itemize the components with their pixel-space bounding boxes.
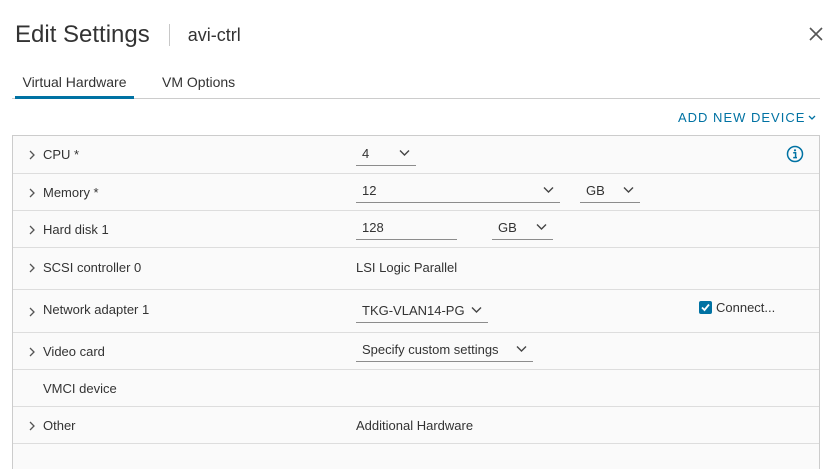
memory-unit-select[interactable]: GB [580, 181, 640, 203]
close-icon [809, 27, 823, 41]
network-select[interactable]: TKG-VLAN14-PG [356, 301, 488, 323]
hard-disk-label: Hard disk 1 [43, 222, 109, 237]
chevron-right-icon[interactable] [27, 150, 37, 160]
memory-label: Memory * [43, 185, 99, 200]
chevron-right-icon[interactable] [27, 225, 37, 235]
dialog-title: Edit Settings [15, 21, 150, 48]
memory-select[interactable]: 12 [356, 181, 560, 203]
hard-disk-unit-select[interactable]: GB [492, 218, 553, 240]
chevron-down-icon [808, 115, 816, 120]
info-icon[interactable] [786, 145, 804, 163]
hard-disk-unit: GB [498, 220, 517, 235]
row-memory: Memory * 12 GB [13, 174, 819, 211]
chevron-right-icon[interactable] [27, 347, 37, 357]
vmci-label: VMCI device [43, 381, 117, 396]
title-divider [168, 24, 170, 46]
tab-virtual-hardware[interactable]: Virtual Hardware [15, 70, 134, 99]
chevron-down-icon [543, 187, 554, 193]
chevron-right-icon[interactable] [27, 188, 37, 198]
chevron-down-icon [471, 307, 482, 313]
chevron-down-icon [623, 187, 634, 193]
dialog-header: Edit Settings avi-ctrl [15, 20, 241, 50]
checkbox-box[interactable] [699, 301, 712, 314]
scsi-value: LSI Logic Parallel [356, 260, 458, 275]
cpu-select[interactable]: 4 [356, 144, 416, 166]
row-hard-disk: Hard disk 1 128 GB [13, 211, 819, 248]
add-new-device-label: ADD NEW DEVICE [678, 110, 806, 125]
hardware-grid: CPU * 4 Memory * 12 GB Hard disk 1 128 G… [12, 135, 820, 469]
row-cpu: CPU * 4 [13, 136, 819, 174]
other-value: Additional Hardware [356, 418, 474, 433]
chevron-down-icon [516, 346, 527, 352]
hard-disk-size: 128 [362, 220, 384, 235]
row-scsi-controller: SCSI controller 0 LSI Logic Parallel [13, 248, 819, 290]
network-value: TKG-VLAN14-PG [362, 303, 465, 318]
add-new-device-button[interactable]: ADD NEW DEVICE [678, 110, 816, 125]
row-other: Other Additional Hardware [13, 407, 819, 444]
hard-disk-size-input[interactable]: 128 [356, 218, 457, 240]
video-card-label: Video card [43, 344, 105, 359]
chevron-down-icon [399, 150, 410, 156]
connect-checkbox[interactable]: Connect... [699, 300, 775, 315]
tab-bar: Virtual Hardware VM Options [12, 70, 820, 99]
chevron-right-icon[interactable] [27, 263, 37, 273]
video-card-select[interactable]: Specify custom settings [356, 340, 533, 362]
row-video-card: Video card Specify custom settings [13, 333, 819, 370]
connect-label: Connect... [716, 300, 776, 315]
memory-value: 12 [362, 183, 377, 198]
other-label: Other [43, 418, 76, 433]
checkmark-icon [701, 303, 710, 312]
chevron-down-icon [536, 224, 547, 230]
scsi-label: SCSI controller 0 [43, 260, 142, 275]
network-label: Network adapter 1 [43, 302, 150, 317]
row-network-adapter: Network adapter 1 TKG-VLAN14-PG Connect.… [13, 290, 819, 333]
cpu-value: 4 [362, 146, 370, 161]
vm-name: avi-ctrl [187, 24, 241, 45]
cpu-label: CPU * [43, 147, 80, 162]
video-card-value: Specify custom settings [362, 342, 499, 357]
tab-vm-options[interactable]: VM Options [162, 70, 235, 99]
close-button[interactable] [806, 24, 826, 44]
memory-unit: GB [586, 183, 605, 198]
row-vmci-device: VMCI device [13, 370, 819, 407]
chevron-right-icon[interactable] [27, 421, 37, 431]
chevron-right-icon[interactable] [27, 307, 37, 317]
